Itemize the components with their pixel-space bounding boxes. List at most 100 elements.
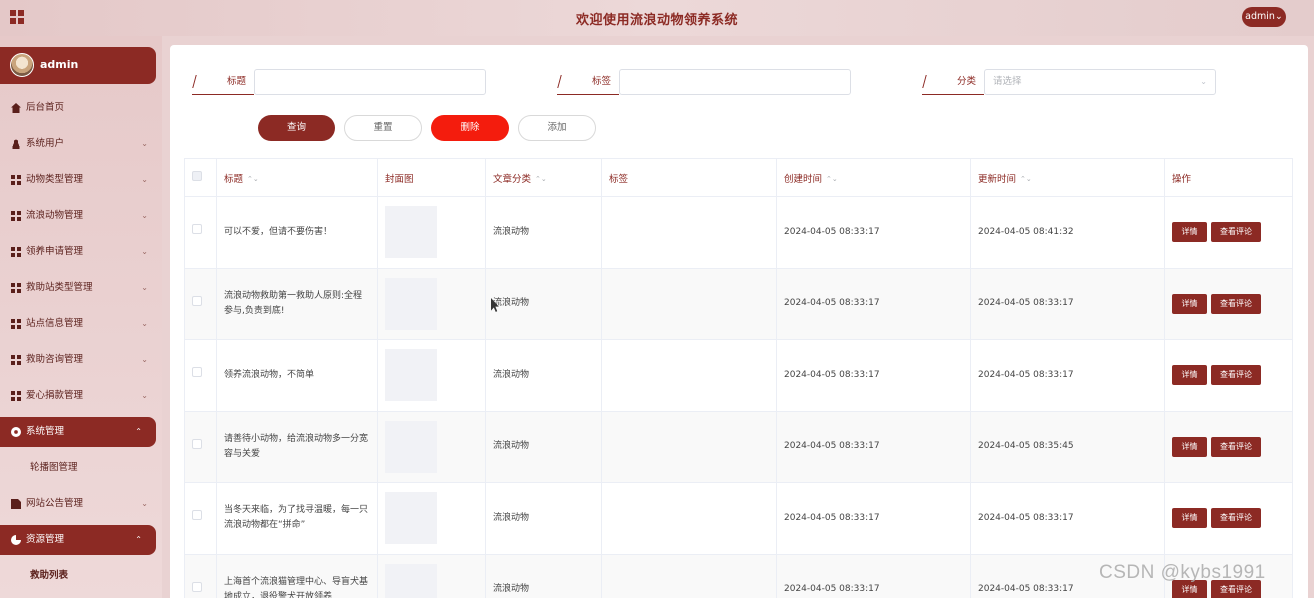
row-created: 2024-04-05 08:33:17 [776,267,971,340]
detail-button[interactable]: 详情 [1172,222,1207,243]
row-category: 流浪动物 [485,196,602,269]
chevron-down-icon: ⌄ [141,355,148,364]
cover-image [385,349,437,402]
cover-image [385,206,437,259]
row-category: 流浪动物 [485,339,602,412]
sidebar-item-label: 救助站类型管理 [26,282,93,293]
sidebar-profile[interactable]: admin [0,47,156,84]
detail-button[interactable]: 详情 [1172,365,1207,386]
row-updated: 2024-04-05 08:41:32 [970,196,1165,269]
row-checkbox[interactable] [192,295,202,306]
row-cover-cell [377,339,486,412]
user-menu-button[interactable]: admin⌄ [1242,7,1286,27]
sidebar-item-label: 资源管理 [26,534,65,545]
sort-icon[interactable]: ⌃⌄ [247,175,259,183]
sidebar-item-label: 后台首页 [26,102,65,113]
row-title: 请善待小动物，给流浪动物多一分宽容与关爱 [216,410,378,483]
sidebar-item-announcements[interactable]: 网站公告管理 ⌄ [0,486,162,522]
sort-icon[interactable]: ⌃⌄ [826,175,838,183]
select-all-checkbox[interactable] [192,171,202,181]
articles-table: 标题 ⌃⌄ 封面图 文章分类 ⌃⌄ 标签 创建时间 ⌃⌄ 更新时间 ⌃⌄ 操作 可以不爱… [184,158,1293,598]
row-select-cell [184,267,217,340]
row-updated: 2024-04-05 08:33:17 [970,482,1165,555]
sidebar-item-system-users[interactable]: 系统用户 ⌄ [0,126,162,162]
column-category[interactable]: 文章分类 ⌃⌄ [485,158,602,197]
row-checkbox[interactable] [192,510,202,521]
column-cover-label: 封面图 [385,173,414,185]
row-select-cell [184,339,217,412]
row-cover-cell [377,482,486,555]
chevron-down-icon: ⌄ [141,499,148,508]
chevron-down-icon: ⌄ [141,247,148,256]
sidebar-item-label: 领养申请管理 [26,246,84,257]
view-comments-button[interactable]: 查看评论 [1211,293,1261,314]
category-select[interactable]: 请选择 ⌄ [984,69,1216,95]
sidebar-menu: 后台首页 系统用户 ⌄ 动物类型管理 ⌄ 流浪动物管理 ⌄ 领养申请管理 ⌄ 救助站类型… [0,90,162,594]
title-input[interactable] [254,69,486,95]
chevron-down-icon: ⌄ [141,139,148,148]
sidebar-item-site-info[interactable]: 站点信息管理 ⌄ [0,306,162,342]
column-title[interactable]: 标题 ⌃⌄ [216,158,378,197]
category-placeholder: 请选择 [993,76,1022,87]
title-filter-label: 标题 [192,69,254,95]
grid-icon [11,175,21,185]
sort-icon[interactable]: ⌃⌄ [1020,175,1032,183]
sidebar-item-stray-animals[interactable]: 流浪动物管理 ⌄ [0,198,162,234]
document-icon [11,499,21,509]
chevron-down-icon: ⌄ [141,391,148,400]
sidebar-item-station-types[interactable]: 救助站类型管理 ⌄ [0,270,162,306]
row-actions: 详情 查看评论 [1164,410,1293,483]
detail-button[interactable]: 详情 [1172,508,1207,529]
delete-button[interactable]: 删除 [431,115,509,141]
row-tags [601,553,777,598]
row-tags [601,339,777,412]
chevron-down-icon: ⌄ [141,175,148,184]
sidebar-item-carousel[interactable]: 轮播图管理 [0,450,162,486]
chevron-up-icon: ⌃ [135,535,142,544]
sidebar-item-dashboard[interactable]: 后台首页 [0,90,162,126]
detail-button[interactable]: 详情 [1172,436,1207,457]
sidebar-item-system-management[interactable]: 系统管理 ⌃ [0,417,156,447]
column-updated-label: 更新时间 [978,173,1017,185]
row-checkbox[interactable] [192,581,202,592]
tag-input[interactable] [619,69,851,95]
table-row: 请善待小动物，给流浪动物多一分宽容与关爱 流浪动物 2024-04-05 08:… [184,410,1293,483]
table-row: 可以不爱，但请不要伤害！ 流浪动物 2024-04-05 08:33:17 20… [184,196,1293,269]
row-updated: 2024-04-05 08:35:45 [970,410,1165,483]
view-comments-button[interactable]: 查看评论 [1211,508,1261,529]
sidebar-item-resources[interactable]: 资源管理 ⌃ [0,525,156,555]
detail-button[interactable]: 详情 [1172,293,1207,314]
sidebar-item-label: 爱心捐款管理 [26,390,84,401]
chevron-down-icon: ⌄ [141,319,148,328]
sidebar-item-adoption-requests[interactable]: 领养申请管理 ⌄ [0,234,162,270]
row-checkbox[interactable] [192,224,202,235]
column-updated[interactable]: 更新时间 ⌃⌄ [970,158,1165,197]
select-all-cell [184,158,217,197]
row-tags [601,267,777,340]
table-row: 领养流浪动物，不简单 流浪动物 2024-04-05 08:33:17 2024… [184,339,1293,412]
row-cover-cell [377,267,486,340]
sidebar-item-animal-types[interactable]: 动物类型管理 ⌄ [0,162,162,198]
sidebar-item-rescue-list[interactable]: 救助列表 [0,558,162,594]
add-button[interactable]: 添加 [518,115,596,141]
category-filter-label: 分类 [922,69,984,95]
app-title: 欢迎使用流浪动物领养系统 [575,13,738,28]
view-comments-button[interactable]: 查看评论 [1211,436,1261,457]
sort-icon[interactable]: ⌃⌄ [535,175,547,183]
reset-button[interactable]: 重置 [344,115,422,141]
row-created: 2024-04-05 08:33:17 [776,339,971,412]
view-comments-button[interactable]: 查看评论 [1211,222,1261,243]
tag-filter-label: 标签 [557,69,619,95]
row-checkbox[interactable] [192,438,202,449]
grid-icon [11,247,21,257]
sidebar-item-donations[interactable]: 爱心捐款管理 ⌄ [0,378,162,414]
row-checkbox[interactable] [192,367,202,378]
column-created[interactable]: 创建时间 ⌃⌄ [776,158,971,197]
sidebar-item-label: 轮播图管理 [30,462,78,473]
row-actions: 详情 查看评论 [1164,482,1293,555]
sidebar-item-rescue-consult[interactable]: 救助咨询管理 ⌄ [0,342,162,378]
view-comments-button[interactable]: 查看评论 [1211,365,1261,386]
grid-icon [11,355,21,365]
sidebar-item-label: 网站公告管理 [26,498,84,509]
query-button[interactable]: 查询 [258,115,335,141]
